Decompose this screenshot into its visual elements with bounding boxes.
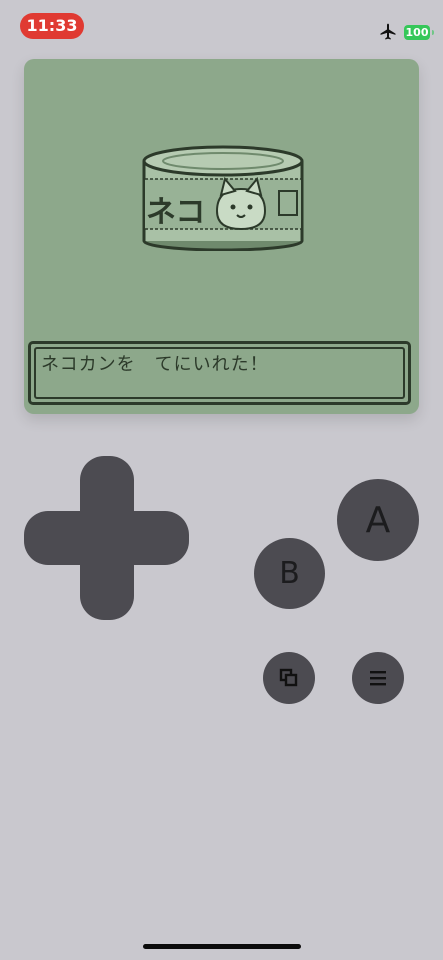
swap-screen-icon bbox=[279, 668, 298, 687]
home-indicator[interactable] bbox=[143, 944, 301, 949]
b-button[interactable]: B bbox=[254, 538, 325, 609]
menu-icon bbox=[370, 671, 386, 686]
a-button-label: A bbox=[365, 499, 391, 541]
a-button[interactable]: A bbox=[337, 479, 419, 561]
airplane-icon bbox=[380, 23, 396, 40]
status-time: 11:33 bbox=[20, 13, 84, 39]
can-label-text: ネコ bbox=[146, 195, 206, 230]
menu-button[interactable] bbox=[352, 652, 404, 704]
swap-screen-button[interactable] bbox=[263, 652, 315, 704]
battery-icon: 100 bbox=[404, 24, 434, 40]
status-icons: 100 bbox=[378, 22, 434, 42]
battery-level: 100 bbox=[405, 25, 429, 39]
dialog-box: ネコカンを てにいれた！ bbox=[28, 341, 411, 405]
b-button-label: B bbox=[279, 556, 300, 591]
dialog-text: ネコカンを てにいれた！ bbox=[41, 354, 269, 375]
game-screen[interactable]: ネコ ネコカンを てにいれた！ bbox=[24, 59, 419, 414]
dpad-horizontal[interactable] bbox=[24, 511, 189, 565]
